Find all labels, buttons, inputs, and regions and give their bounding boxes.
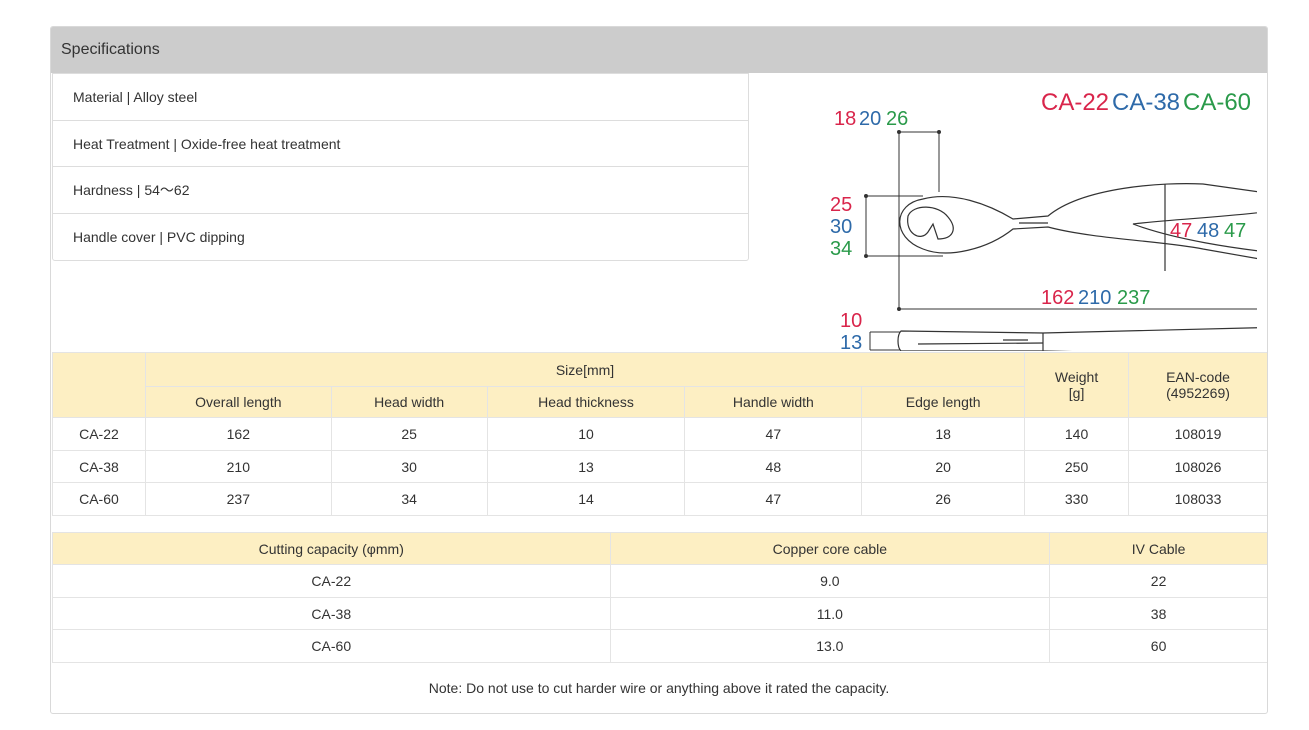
model-label-ca38: CA-38	[1112, 89, 1180, 116]
column-header-edge-length: Edge length	[861, 386, 1026, 418]
cell-head-thickness: 14	[486, 482, 686, 516]
cell-overall-length: 162	[144, 417, 332, 451]
spec-list: Material | Alloy steel Heat Treatment | …	[52, 73, 749, 261]
weight-header-line1: Weight	[1054, 369, 1099, 385]
column-header-head-width: Head width	[330, 386, 488, 418]
overall-length-ca22: 162	[1041, 287, 1074, 309]
cell-copper-core-cable: 9.0	[609, 564, 1051, 598]
capacity-note: Note: Do not use to cut harder wire or a…	[428, 680, 890, 696]
weight-header: Weight [g]	[1024, 352, 1130, 418]
cell-overall-length: 210	[144, 450, 332, 483]
table-row: CA-60 237 34 14 47 26 330 108033	[52, 482, 1267, 516]
panel-title: Specifications	[51, 27, 1267, 73]
thickness-dimension-line	[869, 331, 901, 351]
size-table: Size[mm] Weight [g] EAN-code (4952269) O…	[52, 352, 1267, 516]
column-header-cutting-capacity: Cutting capacity (φmm)	[52, 532, 611, 565]
thickness-ca38: 13	[840, 332, 862, 351]
cell-handle-width: 47	[684, 482, 863, 516]
table-row: CA-38 11.0 38	[52, 597, 1267, 630]
cell-weight: 140	[1024, 417, 1130, 451]
spec-hardness: Hardness | 54～62	[53, 167, 748, 214]
column-header-overall-length: Overall length	[144, 386, 332, 418]
head-width-ca60: 34	[830, 238, 852, 260]
cell-weight: 250	[1024, 450, 1130, 483]
overall-length-ca60: 237	[1117, 287, 1150, 309]
model-label-ca22: CA-22	[1041, 89, 1109, 116]
cell-model: CA-22	[52, 564, 611, 598]
overall-length-ca38: 210	[1078, 287, 1111, 309]
cell-head-thickness: 10	[486, 417, 686, 451]
edge-length-ca38: 20	[859, 108, 881, 130]
ean-header-line1: EAN-code	[1166, 369, 1230, 385]
handle-width-ca60: 47	[1224, 220, 1246, 242]
cutter-side-view	[897, 327, 1257, 351]
cell-model: CA-60	[52, 482, 146, 516]
edge-length-ca60: 26	[886, 108, 908, 130]
cable-cutter-diagram: CA-22 CA-38 CA-60 18 20 26 25 30 34 47 4…	[773, 79, 1257, 351]
cell-handle-width: 48	[684, 450, 863, 483]
handle-width-ca38: 48	[1197, 220, 1219, 242]
model-label-ca60: CA-60	[1183, 89, 1251, 116]
column-header-handle-width: Handle width	[684, 386, 863, 418]
cell-ean-code: 108033	[1128, 482, 1267, 516]
table-row: CA-60 13.0 60	[52, 629, 1267, 663]
cell-head-width: 25	[330, 417, 488, 451]
cell-model: CA-38	[52, 597, 611, 630]
cell-copper-core-cable: 13.0	[609, 629, 1051, 663]
cell-model: CA-38	[52, 450, 146, 483]
size-group-header: Size[mm]	[144, 352, 1026, 387]
cell-edge-length: 26	[861, 482, 1026, 516]
spec-handle-cover: Handle cover | PVC dipping	[73, 228, 245, 245]
ean-header-line2: (4952269)	[1166, 385, 1230, 401]
cell-overall-length: 237	[144, 482, 332, 516]
cell-ean-code: 108019	[1128, 417, 1267, 451]
spec-heat-treatment: Heat Treatment | Oxide-free heat treatme…	[53, 121, 748, 167]
column-header-head-thickness: Head thickness	[486, 386, 686, 418]
weight-header-line2: [g]	[1068, 385, 1085, 401]
cell-ean-code: 108026	[1128, 450, 1267, 483]
cell-iv-cable: 22	[1049, 564, 1267, 598]
spec-material: Material | Alloy steel	[53, 74, 748, 121]
cell-edge-length: 18	[861, 417, 1026, 451]
cell-weight: 330	[1024, 482, 1130, 516]
specifications-panel: Specifications Material | Alloy steel He…	[50, 26, 1268, 714]
cell-model: CA-22	[52, 417, 146, 451]
cell-head-thickness: 13	[486, 450, 686, 483]
head-width-ca38: 30	[830, 216, 852, 238]
table-row: CA-38 210 30 13 48 20 250 108026	[52, 450, 1267, 483]
cell-edge-length: 20	[861, 450, 1026, 483]
table-row: CA-22 162 25 10 47 18 140 108019	[52, 417, 1267, 451]
handle-width-ca22: 47	[1170, 220, 1192, 242]
cell-head-width: 34	[330, 482, 488, 516]
cell-copper-core-cable: 11.0	[609, 597, 1051, 630]
cell-model: CA-60	[52, 629, 611, 663]
cell-head-width: 30	[330, 450, 488, 483]
column-header-copper-core-cable: Copper core cable	[609, 532, 1051, 565]
cell-iv-cable: 38	[1049, 597, 1267, 630]
table-row: CA-22 9.0 22	[52, 564, 1267, 598]
head-width-ca22: 25	[830, 194, 852, 216]
ean-header: EAN-code (4952269)	[1128, 352, 1267, 418]
thickness-ca22: 10	[840, 310, 862, 332]
edge-length-ca22: 18	[834, 108, 856, 130]
column-header-iv-cable: IV Cable	[1049, 532, 1267, 565]
cell-iv-cable: 60	[1049, 629, 1267, 663]
model-header	[52, 352, 146, 418]
cell-handle-width: 47	[684, 417, 863, 451]
cutting-capacity-table: Cutting capacity (φmm) Copper core cable…	[52, 532, 1267, 663]
